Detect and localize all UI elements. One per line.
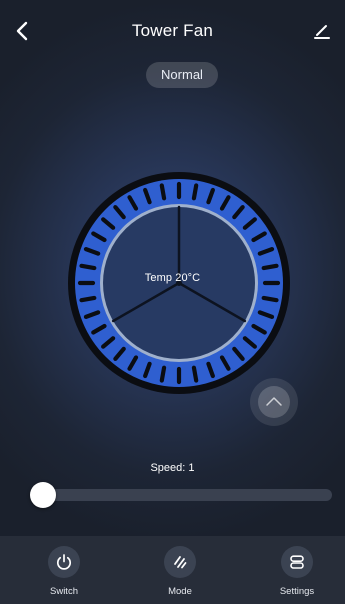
dial-tick [261, 263, 279, 271]
switch-icon-circle [48, 546, 80, 578]
speed-slider-thumb[interactable] [30, 482, 56, 508]
dial-tick [191, 365, 199, 383]
mode-icon-circle [164, 546, 196, 578]
mode-badge: Normal [146, 62, 218, 88]
settings-icon-circle [281, 546, 313, 578]
dial-tick [261, 295, 279, 303]
page-title: Tower Fan [131, 21, 214, 40]
switch-label: Switch [50, 586, 78, 597]
dial-tick [159, 183, 167, 201]
settings-toggle-icon [290, 555, 304, 569]
switch-button[interactable]: Switch [29, 546, 99, 602]
temperature-label: Temp 20°C [144, 272, 201, 284]
mode-label: Mode [168, 586, 192, 597]
settings-button[interactable]: Settings [262, 546, 332, 602]
dial-tick [159, 365, 167, 383]
settings-label: Settings [279, 586, 315, 597]
power-icon [56, 554, 72, 570]
mode-button[interactable]: Mode [145, 546, 215, 602]
dial-tick [191, 183, 199, 201]
fan-control-screen: Tower Fan Normal Temp 20°C Speed: 1 Swit… [0, 0, 345, 604]
chevron-up-icon [266, 397, 282, 406]
speed-slider[interactable] [30, 480, 334, 510]
mode-slash-icon [174, 556, 187, 569]
speed-slider-track[interactable] [30, 489, 332, 501]
swing-button[interactable] [250, 378, 298, 426]
edit-button[interactable] [309, 18, 335, 44]
pencil-icon [314, 25, 330, 39]
speed-label: Speed: 1 [150, 462, 195, 474]
bottom-nav-bar: Switch Mode Settings [0, 536, 345, 604]
swing-button-inner [258, 386, 290, 418]
dial-tick [79, 295, 97, 303]
dial-tick [79, 263, 97, 271]
header: Tower Fan [0, 0, 345, 64]
